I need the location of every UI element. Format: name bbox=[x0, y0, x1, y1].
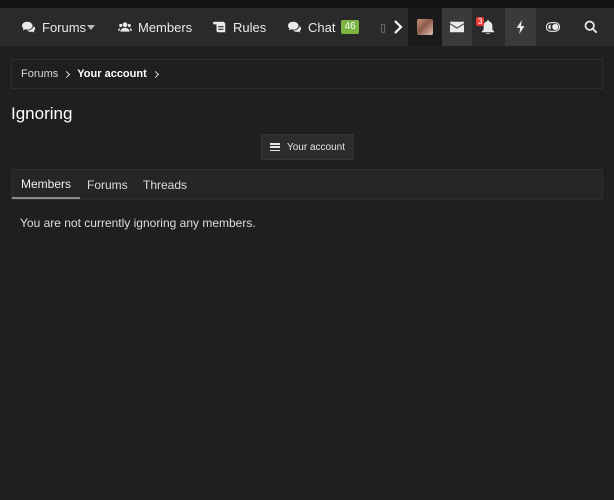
top-strip bbox=[0, 0, 614, 8]
envelope-icon bbox=[450, 21, 464, 33]
nav-item-chat[interactable]: Chat 46 bbox=[288, 8, 359, 46]
nav-item-members[interactable]: Members bbox=[118, 8, 192, 46]
tab-members[interactable]: Members bbox=[12, 170, 81, 199]
breadcrumb-item-forums[interactable]: Forums bbox=[21, 68, 58, 80]
chevron-right-icon bbox=[394, 20, 403, 34]
comments-icon bbox=[288, 21, 302, 33]
toggle-icon bbox=[546, 22, 560, 32]
scroll-icon bbox=[213, 21, 226, 33]
tab-label: Members bbox=[21, 176, 72, 191]
comments-icon bbox=[22, 21, 36, 33]
page-title: Ignoring bbox=[11, 104, 73, 123]
nav-item-label: Rules bbox=[233, 19, 267, 35]
tab-label: Forums bbox=[87, 177, 128, 192]
your-account-menu-button[interactable]: Your account bbox=[261, 134, 354, 160]
search-icon bbox=[584, 20, 598, 34]
your-account-menu-label: Your account bbox=[286, 141, 345, 153]
account-avatar-button[interactable] bbox=[408, 8, 442, 46]
chat-count-badge: 46 bbox=[341, 20, 359, 34]
style-toggle-button[interactable] bbox=[538, 8, 568, 46]
search-button[interactable] bbox=[576, 8, 606, 46]
tab-threads[interactable]: Threads bbox=[134, 170, 196, 199]
nav-scroll-right-button[interactable] bbox=[388, 8, 408, 46]
bolt-icon bbox=[516, 20, 524, 34]
nav-item-rules[interactable]: Rules bbox=[213, 8, 266, 46]
breadcrumb-item-your-account[interactable]: Your account bbox=[77, 68, 146, 80]
chevron-right-icon bbox=[151, 70, 159, 78]
chevron-right-icon bbox=[63, 70, 71, 78]
nav-item-label: Members bbox=[138, 19, 193, 35]
menu-icon bbox=[269, 143, 280, 151]
forums-dropdown-caret[interactable] bbox=[87, 8, 95, 46]
nav-item-label: Forums bbox=[42, 19, 87, 35]
whats-new-button[interactable] bbox=[505, 8, 536, 46]
nav-item-label: Chat bbox=[308, 19, 336, 35]
avatar bbox=[417, 19, 433, 35]
tab-label: Threads bbox=[143, 177, 188, 192]
breadcrumb: Forums Your account bbox=[11, 59, 603, 89]
tab-forums[interactable]: Forums bbox=[78, 170, 137, 199]
inbox-button[interactable] bbox=[442, 8, 472, 46]
top-navigation: Forums Members Rules Chat 46 ▯ 3 bbox=[0, 0, 614, 54]
alerts-button[interactable]: 3 bbox=[472, 8, 504, 46]
tab-bar: Members Forums Threads bbox=[11, 169, 603, 200]
empty-state-message: You are not currently ignoring any membe… bbox=[20, 216, 256, 230]
alerts-count-badge: 3 bbox=[476, 17, 485, 26]
users-icon bbox=[118, 22, 132, 32]
nav-item-forums[interactable]: Forums bbox=[22, 8, 86, 46]
truncated-nav-item-icon: ▯ bbox=[380, 21, 387, 34]
